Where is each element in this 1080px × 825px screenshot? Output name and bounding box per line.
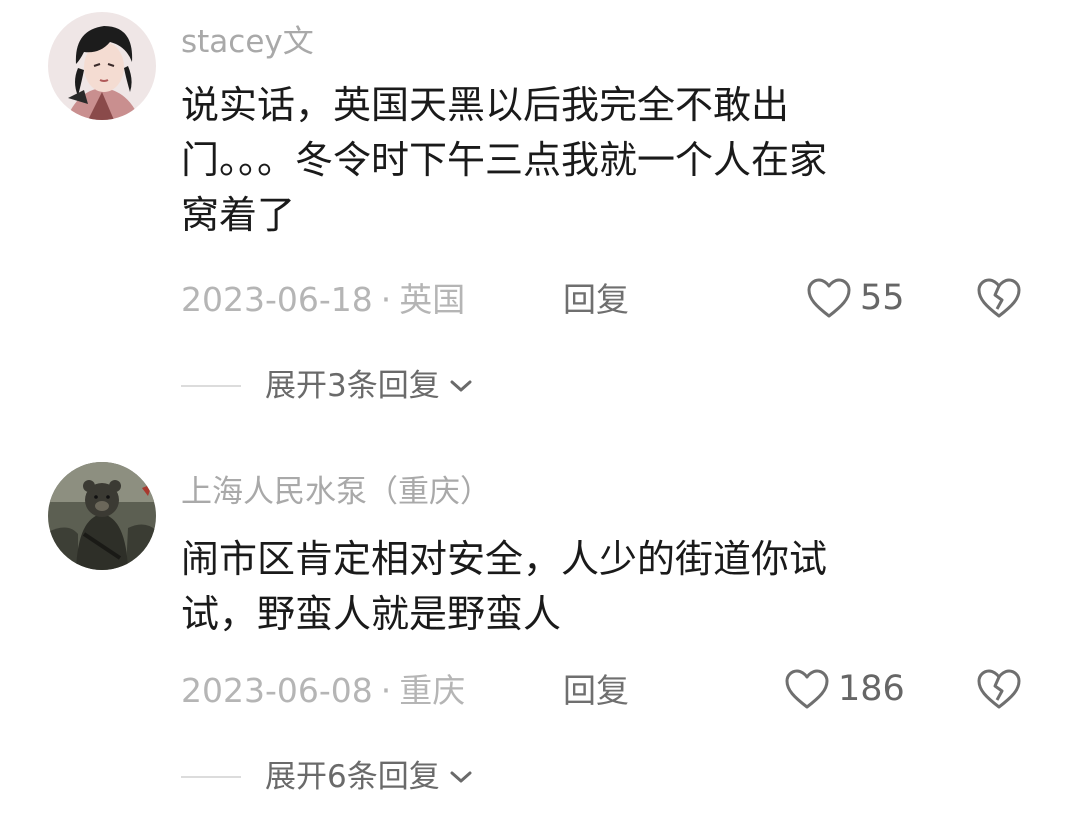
chevron-down-icon (450, 771, 472, 783)
comment-text: 说实话，英国天黑以后我完全不敢出 门。。。冬令时下午三点我就一个人在家 窝着了 (181, 83, 828, 237)
anime-man-avatar-icon (48, 12, 156, 120)
dislike-button[interactable] (976, 668, 1022, 714)
expand-replies[interactable]: 展开3条回复 (181, 366, 474, 406)
meta-separator: · (380, 280, 392, 319)
chevron-down-icon (450, 380, 472, 392)
like-button[interactable]: 186 (784, 668, 905, 710)
comment-text: 闹市区肯定相对安全，人少的街道你试 试，野蛮人就是野蛮人 (181, 537, 828, 636)
expand-replies[interactable]: 展开6条回复 (181, 757, 474, 797)
bear-soldier-avatar-icon (48, 462, 156, 570)
expand-replies-label: 展开6条回复 (265, 759, 440, 795)
like-count: 55 (860, 278, 905, 318)
comment-date: 2023-06-08 (181, 671, 373, 710)
like-button[interactable]: 55 (806, 277, 905, 319)
broken-heart-icon (977, 669, 1021, 709)
reply-button[interactable]: 回复 (563, 671, 629, 711)
broken-heart-icon (977, 278, 1021, 318)
comment-meta: 2023-06-08 · 重庆 (181, 671, 465, 711)
reply-button[interactable]: 回复 (563, 280, 629, 320)
avatar[interactable] (48, 12, 156, 120)
meta-separator: · (380, 671, 392, 710)
divider-line (181, 385, 241, 387)
divider-line (181, 776, 241, 778)
heart-icon (785, 669, 829, 709)
comment-location: 重庆 (399, 671, 466, 710)
dislike-button[interactable] (976, 277, 1022, 323)
heart-icon (807, 278, 851, 318)
comment-location: 英国 (399, 280, 466, 319)
expand-replies-label: 展开3条回复 (265, 368, 440, 404)
comment-date: 2023-06-18 (181, 280, 373, 319)
comment-author[interactable]: 上海人民水泵（重庆） (181, 472, 491, 512)
like-count: 186 (838, 669, 905, 709)
avatar[interactable] (48, 462, 156, 570)
comment-meta: 2023-06-18 · 英国 (181, 280, 465, 320)
comment-author[interactable]: stacey文 (181, 22, 314, 62)
